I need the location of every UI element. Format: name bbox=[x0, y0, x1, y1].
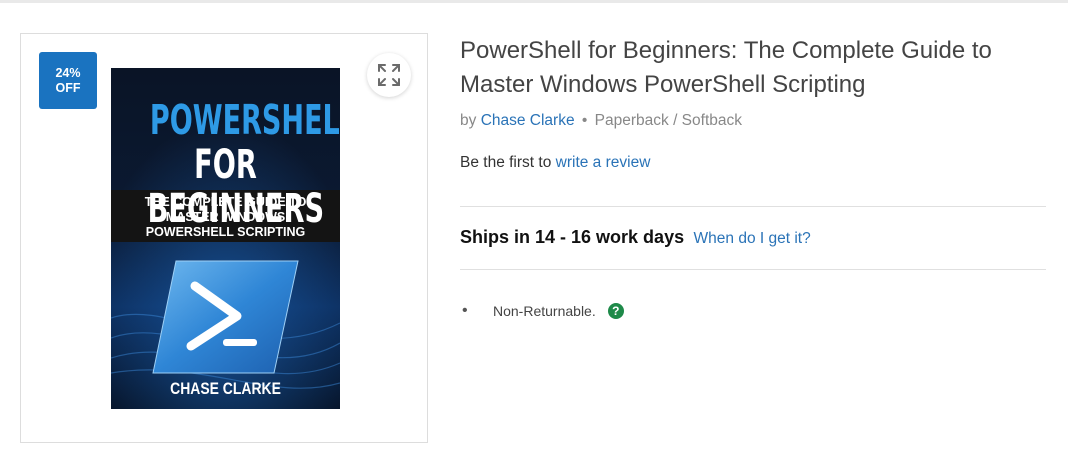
cover-subtitle-line3: POWERSHELL SCRIPTING bbox=[145, 225, 306, 239]
product-image-panel: 24% OFF POWERSHELL FOR BEGINNERS THE COM… bbox=[20, 33, 428, 443]
product-title: PowerShell for Beginners: The Complete G… bbox=[460, 34, 1050, 102]
cover-subtitle-line1: THE COMPLETE GUIDE TO bbox=[144, 195, 307, 209]
help-icon[interactable]: ? bbox=[607, 303, 624, 319]
review-prefix: Be the first to bbox=[460, 154, 552, 171]
discount-percent: 24% bbox=[55, 65, 81, 80]
review-prompt: Be the first to write a review bbox=[460, 154, 650, 172]
expand-icon bbox=[378, 64, 400, 86]
section-divider bbox=[460, 206, 1046, 207]
expand-image-button[interactable] bbox=[367, 53, 411, 97]
discount-off-label: OFF bbox=[55, 80, 81, 95]
cover-subtitle: THE COMPLETE GUIDE TO MASTER WINDOWS POW… bbox=[111, 195, 340, 240]
when-do-i-get-it-link[interactable]: When do I get it? bbox=[694, 230, 811, 247]
meta-separator: • bbox=[581, 112, 588, 129]
write-review-link[interactable]: write a review bbox=[556, 154, 651, 171]
return-policy-item: • Non-Returnable. ? bbox=[462, 302, 624, 320]
shipping-time: Ships in 14 - 16 work days bbox=[460, 227, 685, 247]
section-divider bbox=[460, 269, 1046, 270]
return-policy-text: Non-Returnable. bbox=[493, 303, 596, 319]
product-title-line2: Master Windows PowerShell Scripting bbox=[460, 71, 866, 98]
book-cover-image[interactable]: POWERSHELL FOR BEGINNERS THE COMPLETE GU… bbox=[111, 68, 340, 409]
cover-author: CHASE CLARKE bbox=[170, 379, 281, 398]
bullet: • bbox=[462, 302, 468, 319]
by-label: by bbox=[460, 112, 477, 129]
product-meta: by Chase Clarke • Paperback / Softback bbox=[460, 112, 742, 130]
product-title-line1: PowerShell for Beginners: The Complete G… bbox=[460, 37, 992, 64]
shipping-info: Ships in 14 - 16 work days When do I get… bbox=[460, 227, 811, 248]
discount-badge: 24% OFF bbox=[39, 52, 97, 109]
top-divider bbox=[0, 0, 1068, 3]
cover-subtitle-line2: MASTER WINDOWS bbox=[165, 210, 286, 224]
format-label: Paperback / Softback bbox=[594, 112, 742, 129]
author-link[interactable]: Chase Clarke bbox=[481, 112, 575, 129]
cover-title-line1: POWERSHELL bbox=[149, 96, 340, 144]
